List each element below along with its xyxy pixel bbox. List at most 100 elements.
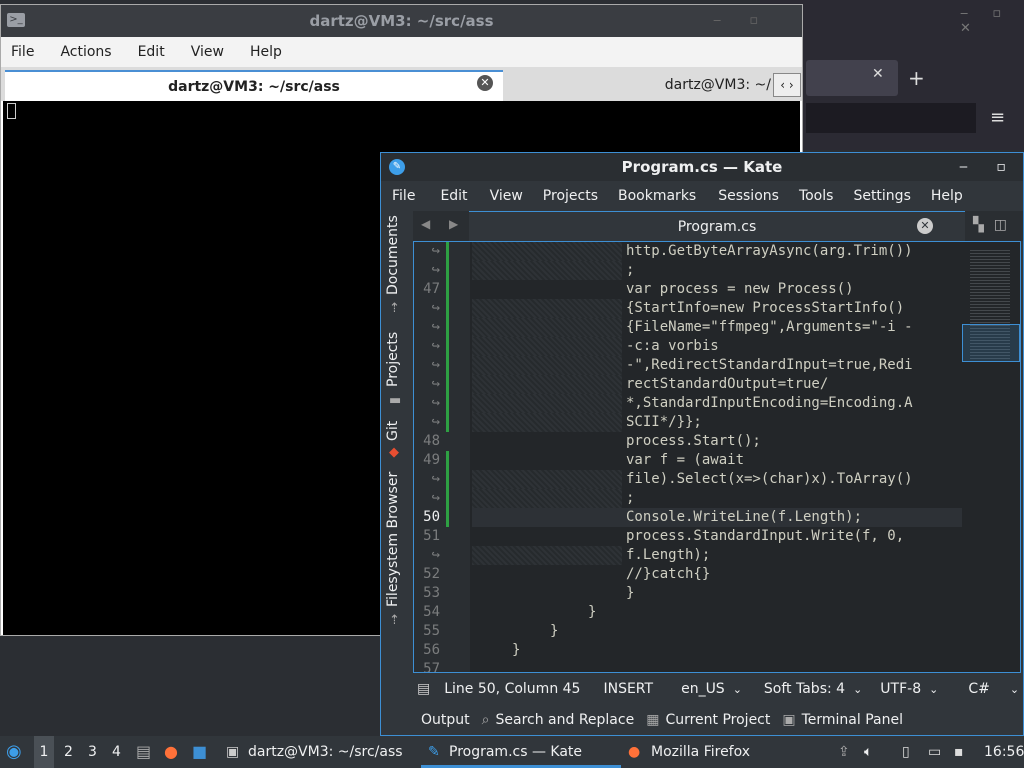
- desktop-3[interactable]: 3: [88, 736, 97, 768]
- chevron-down-icon[interactable]: ⌄: [929, 683, 938, 696]
- panel-output[interactable]: Output: [421, 712, 470, 728]
- firefox-window-controls[interactable]: ‒ ▫ ✕: [960, 6, 1024, 36]
- sidebar-tab-filesystem-browser[interactable]: Filesystem Browser: [385, 472, 401, 607]
- task-firefox[interactable]: Mozilla Firefox: [651, 736, 750, 768]
- network-icon[interactable]: ▭: [928, 736, 941, 768]
- kate-menubar: File Edit View Projects Bookmarks Sessio…: [381, 181, 1023, 211]
- kate-sidebar: Documents ⇡ Projects ▬ Git ◆ Filesystem …: [381, 211, 411, 681]
- firefox-tab-close-icon[interactable]: ✕: [872, 66, 884, 82]
- line-number: ↪: [431, 547, 440, 563]
- nav-back-icon[interactable]: ◀: [421, 217, 430, 231]
- sidebar-tab-git[interactable]: Git: [385, 421, 401, 441]
- code-line: f.Length);: [626, 547, 711, 563]
- pin-icon[interactable]: ⇡: [389, 613, 400, 628]
- firefox-new-tab-button[interactable]: +: [908, 66, 925, 90]
- minimap[interactable]: [962, 242, 1020, 672]
- konsole-tab-2[interactable]: dartz@VM3: ~/: [505, 70, 775, 101]
- konsole-menu-edit[interactable]: Edit: [138, 44, 165, 60]
- firefox-url-bar[interactable]: [806, 103, 976, 133]
- wrap-indicator: [472, 356, 622, 375]
- sidebar-tab-projects[interactable]: Projects: [385, 332, 401, 387]
- notification-icon[interactable]: ▪: [954, 736, 964, 768]
- panel-terminal[interactable]: Terminal Panel: [802, 712, 903, 728]
- modified-line-marker: [446, 470, 449, 489]
- kate-menu-edit[interactable]: Edit: [440, 188, 467, 204]
- git-icon: ◆: [389, 445, 399, 460]
- line-number: ↪: [431, 395, 440, 411]
- code-line: rectStandardOutput=true/: [626, 376, 829, 392]
- encoding-selector[interactable]: UTF-8: [880, 681, 921, 697]
- indent-settings[interactable]: Soft Tabs: 4: [764, 681, 845, 697]
- kate-menu-bookmarks[interactable]: Bookmarks: [618, 188, 696, 204]
- chevron-down-icon[interactable]: ⌄: [733, 683, 742, 696]
- close-tab-icon[interactable]: ✕: [477, 75, 493, 91]
- code-line: SCII*/}};: [626, 414, 702, 430]
- app-launcher-icon[interactable]: ◉: [6, 736, 22, 768]
- firefox-icon[interactable]: ●: [164, 736, 178, 768]
- input-mode[interactable]: INSERT: [603, 681, 653, 697]
- task-konsole[interactable]: dartz@VM3: ~/src/ass: [248, 736, 403, 768]
- konsole-title: dartz@VM3: ~/src/ass: [1, 5, 802, 37]
- line-number: ↪: [431, 471, 440, 487]
- tray-upload-icon[interactable]: ⇪: [838, 736, 850, 768]
- close-document-icon[interactable]: ✕: [917, 218, 933, 234]
- firefox-tab[interactable]: [806, 60, 898, 96]
- modified-line-marker: [446, 299, 449, 318]
- kate-menu-help[interactable]: Help: [931, 188, 963, 204]
- pin-icon[interactable]: ⇡: [389, 301, 400, 316]
- line-number: 57: [423, 661, 440, 673]
- clipboard-icon[interactable]: ▯: [902, 736, 910, 768]
- language-selector[interactable]: en_US: [681, 681, 725, 697]
- desktop-icon[interactable]: ■: [192, 736, 207, 768]
- syntax-selector[interactable]: C#: [968, 681, 990, 697]
- panel-current-project[interactable]: Current Project: [665, 712, 770, 728]
- konsole-menu-help[interactable]: Help: [250, 44, 282, 60]
- clock[interactable]: 16:56: [984, 736, 1024, 768]
- code-line: process.StandardInput.Write(f, 0,: [626, 528, 905, 544]
- desktop-1[interactable]: 1: [34, 736, 54, 768]
- code-line: //}catch{}: [626, 566, 711, 582]
- wrap-indicator: [472, 299, 622, 318]
- line-number: ↪: [431, 376, 440, 392]
- desktop-2[interactable]: 2: [64, 736, 73, 768]
- code-line: *,StandardInputEncoding=Encoding.A: [626, 395, 913, 411]
- konsole-menu-view[interactable]: View: [191, 44, 224, 60]
- firefox-menu-icon[interactable]: ≡: [990, 107, 1005, 128]
- chevron-down-icon[interactable]: ⌄: [853, 683, 862, 696]
- konsole-menu-file[interactable]: File: [11, 44, 34, 60]
- panel-search-replace[interactable]: Search and Replace: [495, 712, 634, 728]
- document-icon: ▤: [417, 681, 431, 697]
- konsole-menu-actions[interactable]: Actions: [60, 44, 111, 60]
- wrap-indicator: [472, 318, 622, 337]
- modified-line-marker: [446, 337, 449, 356]
- konsole-tab-1[interactable]: dartz@VM3: ~/src/ass: [5, 70, 503, 101]
- kate-menu-projects[interactable]: Projects: [543, 188, 598, 204]
- wrap-indicator: [472, 375, 622, 394]
- kate-menu-view[interactable]: View: [490, 188, 523, 204]
- line-number: ↪: [431, 338, 440, 354]
- kate-menu-settings[interactable]: Settings: [853, 188, 910, 204]
- volume-icon[interactable]: 🔈︎: [864, 736, 872, 768]
- cursor-position[interactable]: Line 50, Column 45: [444, 681, 580, 697]
- line-number: 48: [423, 433, 440, 449]
- file-manager-icon[interactable]: ▤: [136, 736, 151, 768]
- modified-line-marker: [446, 261, 449, 280]
- minimap-viewport[interactable]: [962, 324, 1020, 362]
- modified-line-marker: [446, 375, 449, 394]
- sidebar-tab-documents[interactable]: Documents: [385, 215, 401, 295]
- task-kate[interactable]: Program.cs — Kate: [449, 736, 582, 768]
- kate-menu-tools[interactable]: Tools: [799, 188, 834, 204]
- project-icon: ▦: [646, 712, 660, 728]
- line-number: 49: [423, 452, 440, 468]
- desktop-4[interactable]: 4: [112, 736, 121, 768]
- split-view-icon[interactable]: ▚◫: [973, 217, 1017, 233]
- firefox-icon: ●: [628, 744, 641, 760]
- document-tab-program-cs[interactable]: Program.cs: [469, 211, 965, 241]
- kate-menu-file[interactable]: File: [392, 188, 415, 204]
- code-editor[interactable]: ↪ http.GetByteArrayAsync(arg.Trim()) ↪; 47 v…: [413, 241, 1021, 673]
- chevron-down-icon[interactable]: ⌄: [1010, 683, 1019, 696]
- nav-forward-icon[interactable]: ▶: [449, 217, 458, 231]
- kate-menu-sessions[interactable]: Sessions: [718, 188, 779, 204]
- tab-scroll-arrows[interactable]: ‹ ›: [773, 73, 801, 97]
- code-line: {FileName="ffmpeg",Arguments="-i -: [626, 319, 913, 335]
